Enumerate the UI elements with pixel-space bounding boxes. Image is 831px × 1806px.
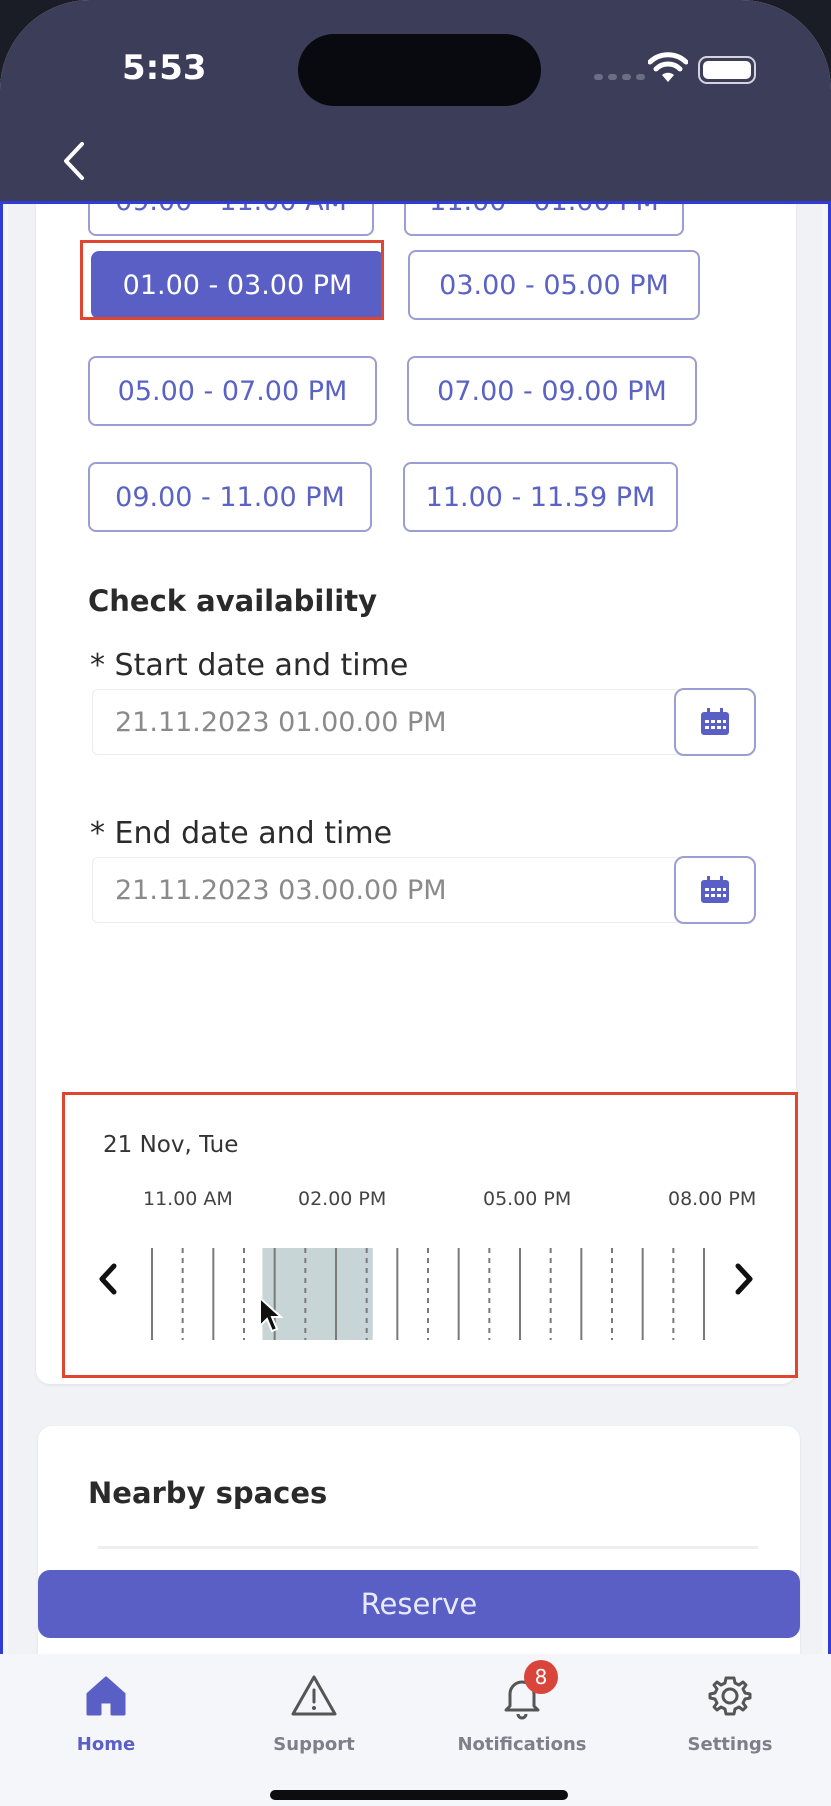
timeline-hour-label: 11.00 AM [143, 1188, 233, 1210]
tab-notifications-label: Notifications [457, 1734, 587, 1755]
nearby-spaces-divider [98, 1546, 758, 1549]
scroll-content[interactable]: 09.00 - 11.00 AM 11.00 - 01.00 PM 01.00 … [8, 204, 822, 1654]
timeline-hour-label: 08.00 PM [668, 1188, 756, 1210]
tab-home[interactable]: Home [31, 1672, 181, 1772]
nearby-spaces-title: Nearby spaces [88, 1476, 328, 1510]
cellular-signal-icon [594, 74, 645, 80]
timeline-prev-icon[interactable] [90, 1256, 126, 1302]
tab-support-label: Support [273, 1734, 355, 1755]
phone-screen: 5:53 09.00 - 11.00 AM 11.00 - 01.00 PM 0… [0, 0, 831, 1806]
tab-home-label: Home [76, 1734, 136, 1755]
time-slot-0500-0700-pm[interactable]: 05.00 - 07.00 PM [88, 356, 377, 426]
bottom-tab-bar: Home Support 8 Notifications Settings [0, 1654, 831, 1806]
home-indicator [270, 1790, 568, 1800]
timeline-next-icon[interactable] [726, 1256, 762, 1302]
warning-icon [291, 1675, 337, 1716]
tab-settings[interactable]: Settings [655, 1672, 805, 1772]
gear-icon [708, 1676, 752, 1716]
end-date-input[interactable] [92, 857, 682, 923]
time-slot-1100-1159-pm[interactable]: 11.00 - 11.59 PM [403, 462, 678, 532]
calendar-icon [701, 876, 729, 903]
reserve-button[interactable]: Reserve [38, 1570, 800, 1638]
tab-notifications[interactable]: 8 Notifications [447, 1660, 597, 1772]
time-slot-0700-0900-pm[interactable]: 07.00 - 09.00 PM [407, 356, 697, 426]
start-date-label: * Start date and time [90, 648, 409, 683]
start-date-calendar-button[interactable] [674, 688, 756, 756]
check-availability-title: Check availability [88, 584, 378, 618]
timeline-hour-label: 05.00 PM [483, 1188, 572, 1210]
notifications-icon-wrap: 8 [498, 1660, 558, 1720]
tab-settings-label: Settings [687, 1734, 773, 1755]
timeline-hour-label: 02.00 PM [298, 1188, 387, 1210]
back-chevron-icon[interactable] [56, 138, 96, 184]
time-slot-1100-0100-pm[interactable]: 11.00 - 01.00 PM [404, 204, 684, 236]
end-date-calendar-button[interactable] [674, 856, 756, 924]
status-time: 5:53 [122, 48, 207, 88]
time-slot-0100-0300-pm[interactable]: 01.00 - 03.00 PM [91, 251, 384, 319]
timeline-grid[interactable] [138, 1244, 708, 1344]
dynamic-island [298, 34, 541, 106]
frame-border-left [0, 203, 3, 1663]
notification-badge: 8 [524, 1660, 558, 1694]
timeline-date: 21 Nov, Tue [103, 1132, 239, 1158]
start-date-input[interactable] [92, 689, 682, 755]
home-icon [86, 1676, 126, 1716]
time-slot-0900-1100-pm[interactable]: 09.00 - 11.00 PM [88, 462, 372, 532]
wifi-icon [648, 52, 688, 82]
time-slot-0900-1100-am[interactable]: 09.00 - 11.00 AM [88, 204, 374, 236]
tab-support[interactable]: Support [239, 1672, 389, 1772]
calendar-icon [701, 708, 729, 735]
end-date-label: * End date and time [90, 816, 393, 851]
mouse-cursor-icon [259, 1296, 284, 1333]
time-slot-0300-0500-pm[interactable]: 03.00 - 05.00 PM [408, 250, 700, 320]
battery-icon [698, 56, 756, 84]
